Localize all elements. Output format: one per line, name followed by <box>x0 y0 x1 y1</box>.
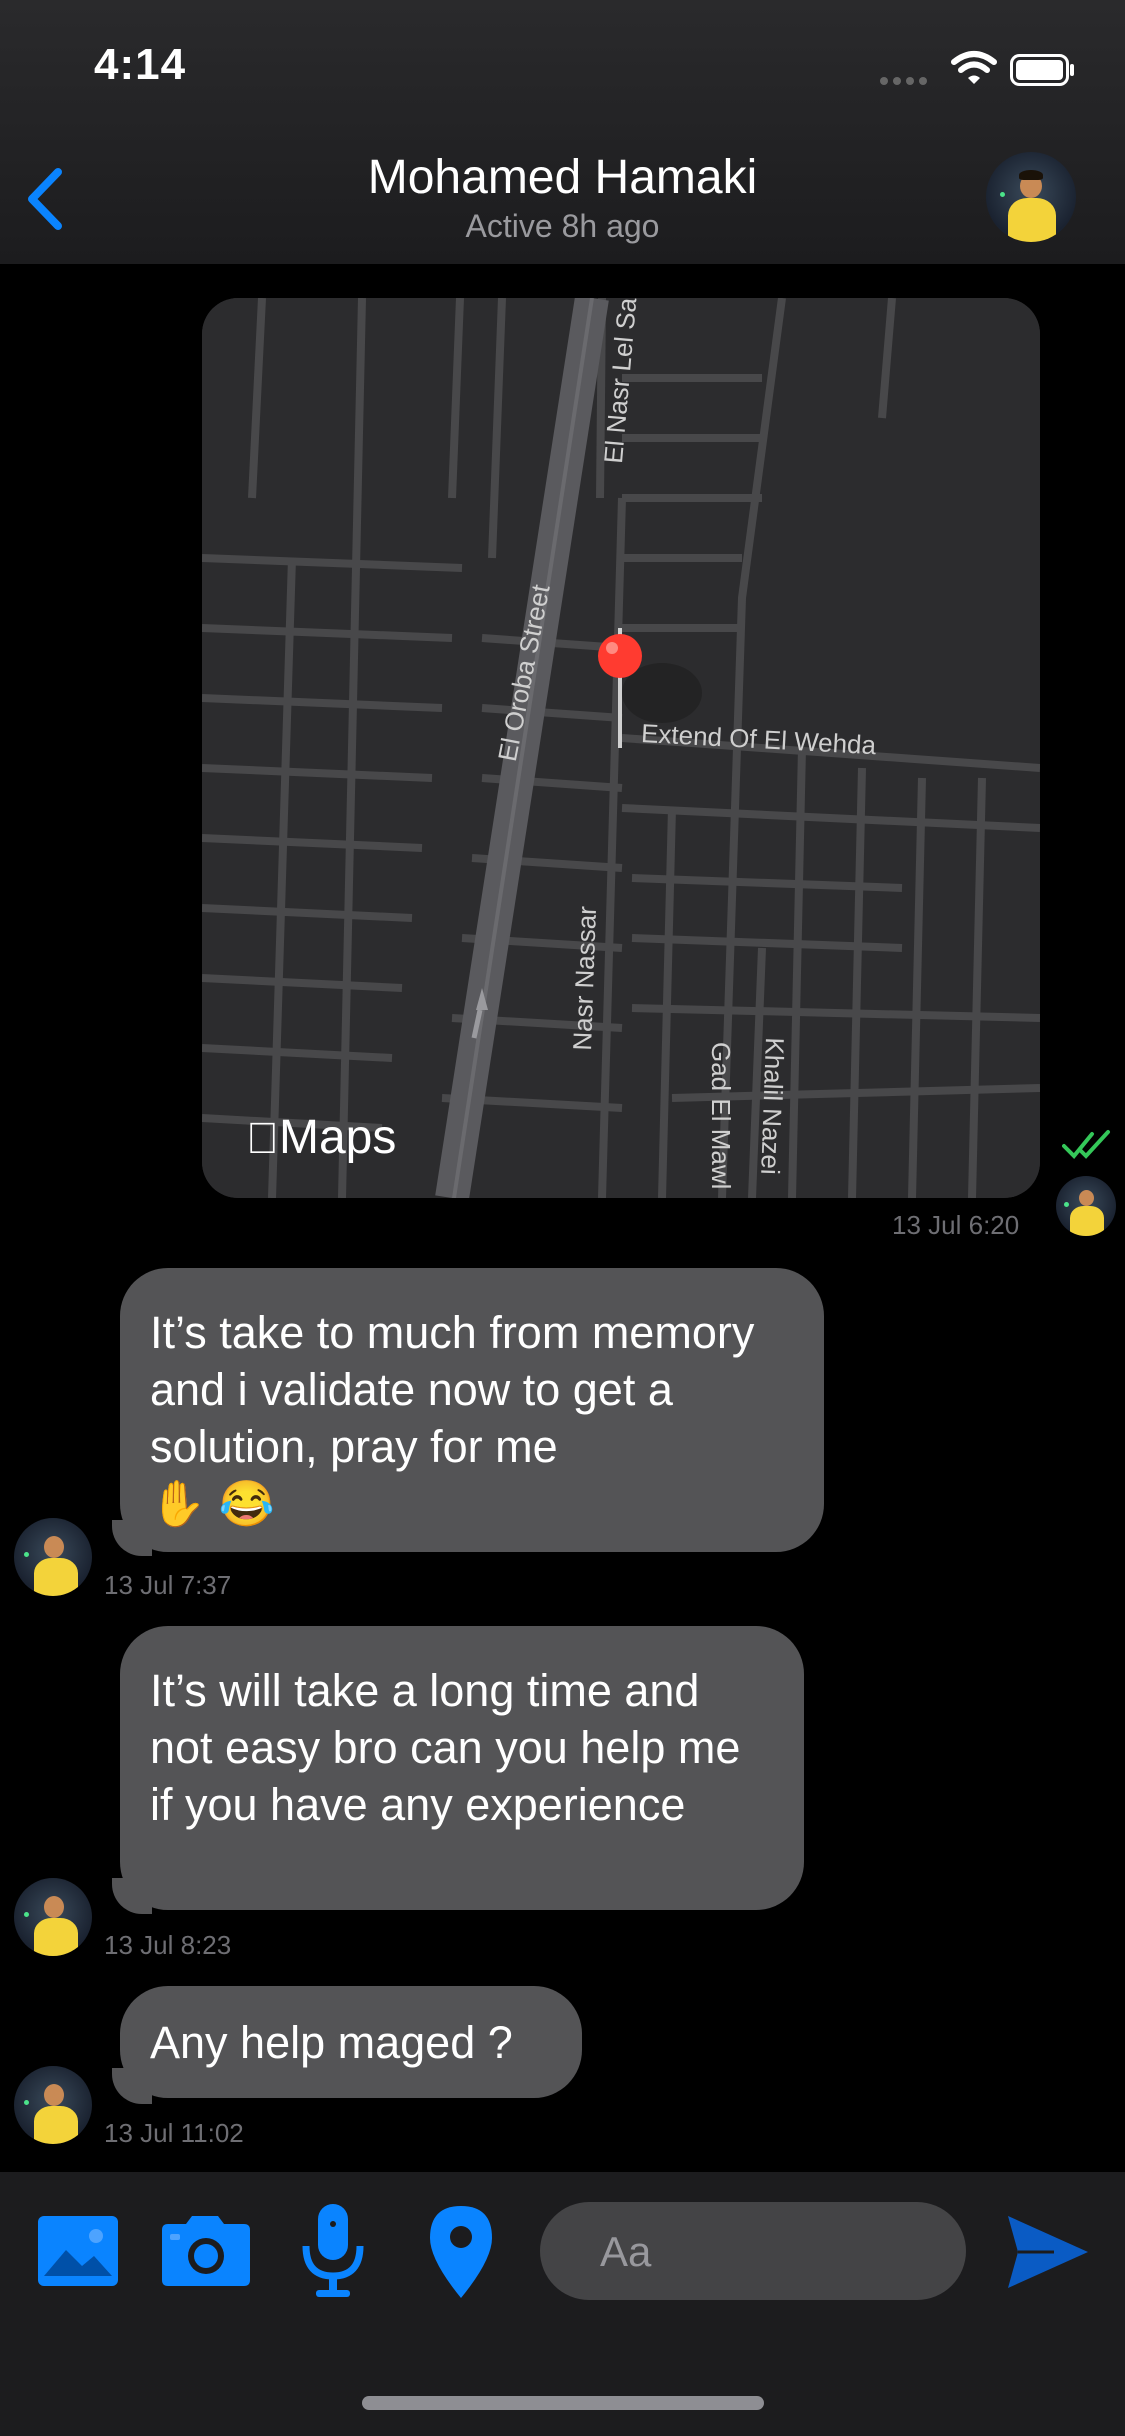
photo-icon[interactable] <box>36 2214 120 2288</box>
message-input[interactable]: Aa <box>540 2202 966 2300</box>
message-text: It’s will take a long time and not easy … <box>150 1665 741 1830</box>
maps-app-label: Maps <box>246 1111 396 1164</box>
street-label: Nasr Nassar <box>567 905 603 1052</box>
location-pin-marker <box>598 634 642 678</box>
message-timestamp: 13 Jul 11:02 <box>104 2118 244 2148</box>
contact-avatar[interactable] <box>14 2066 92 2144</box>
contact-avatar[interactable] <box>14 1518 92 1596</box>
message-timestamp: 13 Jul 8:23 <box>104 1930 232 1960</box>
message-text: Any help maged ? <box>150 2017 513 2068</box>
microphone-icon[interactable] <box>298 2202 368 2300</box>
street-label: Khalil Nazei <box>755 1036 790 1176</box>
message-bubble[interactable]: It’s take to much from memory and i vali… <box>120 1268 824 1552</box>
apple-icon:  <box>246 1114 279 1163</box>
bubble-tail <box>112 1520 152 1556</box>
double-check-icon <box>1062 1130 1110 1159</box>
location-map-message[interactable]: El Nasr Lel Sag El Oroba Street Extend O… <box>202 298 1040 1198</box>
message-text: It’s take to much from memory and i vali… <box>150 1307 755 1472</box>
send-icon[interactable] <box>1004 2212 1092 2292</box>
location-pin-icon[interactable] <box>426 2204 496 2300</box>
message-emoji: ✋ 😂 <box>150 1478 275 1529</box>
bubble-tail <box>112 1878 152 1914</box>
message-input-placeholder: Aa <box>600 2228 652 2275</box>
wifi-icon <box>951 51 997 84</box>
cellular-signal-icon <box>880 72 932 90</box>
bubble-tail <box>112 2068 152 2104</box>
active-status: Active 8h ago <box>465 208 660 244</box>
contact-avatar[interactable] <box>14 1878 92 1956</box>
battery-icon <box>1010 54 1074 86</box>
sender-avatar <box>1056 1176 1116 1236</box>
header-avatar[interactable] <box>986 152 1076 242</box>
status-time: 4:14 <box>94 40 187 89</box>
message-bubble[interactable]: Any help maged ? <box>120 1986 582 2098</box>
message-bubble[interactable]: It’s will take a long time and not easy … <box>120 1626 804 1910</box>
message-timestamp: 13 Jul 7:37 <box>104 1570 232 1600</box>
message-timestamp: 13 Jul 6:20 <box>892 1210 1020 1240</box>
home-indicator[interactable] <box>362 2396 764 2410</box>
street-label: Gad El Mawl <box>706 1042 736 1190</box>
contact-name[interactable]: Mohamed Hamaki <box>0 150 1125 205</box>
camera-icon[interactable] <box>158 2214 252 2288</box>
